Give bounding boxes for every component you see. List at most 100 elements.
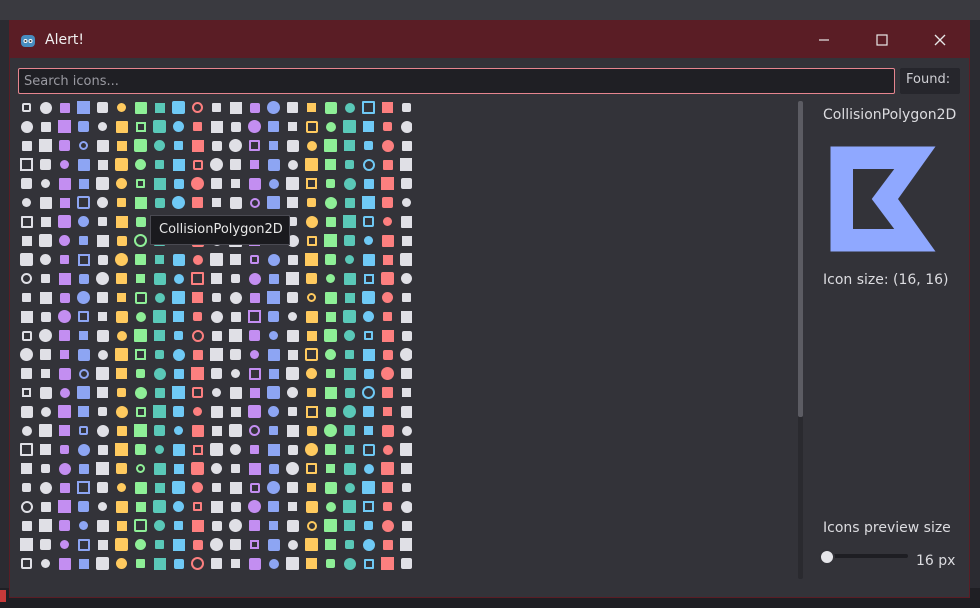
icon-cell[interactable] xyxy=(17,516,36,535)
icon-cell[interactable] xyxy=(207,421,226,440)
icon-cell[interactable] xyxy=(321,174,340,193)
icon-cell[interactable] xyxy=(245,288,264,307)
icon-cell[interactable] xyxy=(150,117,169,136)
icon-cell[interactable] xyxy=(150,288,169,307)
icon-cell[interactable] xyxy=(302,402,321,421)
icon-cell[interactable] xyxy=(188,383,207,402)
icon-cell[interactable] xyxy=(359,516,378,535)
icon-cell[interactable] xyxy=(17,535,36,554)
icon-cell[interactable] xyxy=(131,193,150,212)
icon-cell[interactable] xyxy=(340,440,359,459)
icon-cell[interactable] xyxy=(264,478,283,497)
icon-cell[interactable] xyxy=(74,554,93,573)
icon-cell[interactable] xyxy=(131,478,150,497)
icon-cell[interactable] xyxy=(359,212,378,231)
icon-cell[interactable] xyxy=(302,155,321,174)
icon-cell[interactable] xyxy=(188,288,207,307)
icon-cell[interactable] xyxy=(131,288,150,307)
icon-cell[interactable] xyxy=(207,117,226,136)
icon-cell[interactable] xyxy=(112,383,131,402)
icon-cell[interactable] xyxy=(359,478,378,497)
icon-cell[interactable] xyxy=(245,383,264,402)
close-button[interactable] xyxy=(911,21,969,58)
icon-cell[interactable] xyxy=(17,364,36,383)
icon-cell[interactable] xyxy=(302,516,321,535)
icon-cell[interactable] xyxy=(169,288,188,307)
icon-cell[interactable] xyxy=(36,516,55,535)
icon-cell[interactable] xyxy=(93,231,112,250)
icon-cell[interactable] xyxy=(131,497,150,516)
icon-cell[interactable] xyxy=(188,516,207,535)
icon-cell[interactable] xyxy=(359,364,378,383)
icon-cell[interactable] xyxy=(321,288,340,307)
icon-cell[interactable] xyxy=(74,288,93,307)
scrollbar-thumb[interactable] xyxy=(798,101,803,417)
icon-cell[interactable] xyxy=(207,383,226,402)
icon-cell[interactable] xyxy=(245,478,264,497)
icon-cell[interactable] xyxy=(74,345,93,364)
icon-cell[interactable] xyxy=(264,307,283,326)
icon-cell[interactable] xyxy=(264,383,283,402)
icon-cell[interactable] xyxy=(131,459,150,478)
icon-cell[interactable] xyxy=(359,554,378,573)
icon-cell[interactable] xyxy=(55,383,74,402)
icon-cell[interactable] xyxy=(74,193,93,212)
icon-cell[interactable] xyxy=(169,269,188,288)
icon-cell[interactable] xyxy=(226,478,245,497)
icon-cell[interactable] xyxy=(169,478,188,497)
icon-cell[interactable] xyxy=(55,174,74,193)
icon-cell[interactable] xyxy=(17,98,36,117)
icon-cell[interactable] xyxy=(74,459,93,478)
icon-cell[interactable] xyxy=(226,288,245,307)
icon-cell[interactable] xyxy=(302,231,321,250)
icon-cell[interactable] xyxy=(74,117,93,136)
icon-cell[interactable] xyxy=(17,554,36,573)
icon-cell[interactable] xyxy=(283,383,302,402)
icon-cell[interactable] xyxy=(150,497,169,516)
icon-cell[interactable] xyxy=(321,98,340,117)
icon-cell[interactable] xyxy=(169,440,188,459)
icon-cell[interactable] xyxy=(150,307,169,326)
icon-cell[interactable] xyxy=(55,212,74,231)
icon-cell[interactable] xyxy=(397,459,412,478)
icon-cell[interactable] xyxy=(55,98,74,117)
icon-cell[interactable] xyxy=(169,535,188,554)
icon-cell[interactable] xyxy=(321,364,340,383)
icon-cell[interactable] xyxy=(397,383,412,402)
icon-cell[interactable] xyxy=(36,231,55,250)
icon-cell[interactable] xyxy=(245,535,264,554)
icon-cell[interactable] xyxy=(131,554,150,573)
icon-cell[interactable] xyxy=(245,307,264,326)
icon-cell[interactable] xyxy=(397,554,412,573)
icon-cell[interactable] xyxy=(93,535,112,554)
icon-cell[interactable] xyxy=(245,136,264,155)
icon-cell[interactable] xyxy=(245,250,264,269)
icon-cell[interactable] xyxy=(226,383,245,402)
icon-cell[interactable] xyxy=(17,174,36,193)
icon-cell[interactable] xyxy=(378,193,397,212)
icon-cell[interactable] xyxy=(169,326,188,345)
icon-cell[interactable] xyxy=(283,516,302,535)
icon-cell[interactable] xyxy=(36,174,55,193)
icon-cell[interactable] xyxy=(302,383,321,402)
icon-cell[interactable] xyxy=(359,174,378,193)
icon-cell[interactable] xyxy=(378,345,397,364)
icon-cell[interactable] xyxy=(17,326,36,345)
icon-cell[interactable] xyxy=(150,554,169,573)
icon-cell[interactable] xyxy=(378,535,397,554)
icon-cell[interactable] xyxy=(93,269,112,288)
icon-cell[interactable] xyxy=(207,193,226,212)
icon-cell[interactable] xyxy=(378,364,397,383)
icon-cell[interactable] xyxy=(131,364,150,383)
icon-cell[interactable] xyxy=(93,98,112,117)
icon-cell[interactable] xyxy=(188,136,207,155)
icon-cell[interactable] xyxy=(245,117,264,136)
icon-cell[interactable] xyxy=(74,364,93,383)
icon-cell[interactable] xyxy=(359,231,378,250)
icon-cell[interactable] xyxy=(340,383,359,402)
icon-cell[interactable] xyxy=(207,516,226,535)
icon-cell[interactable] xyxy=(93,250,112,269)
search-input[interactable] xyxy=(18,68,895,94)
icon-cell[interactable] xyxy=(150,535,169,554)
icon-cell[interactable] xyxy=(207,155,226,174)
